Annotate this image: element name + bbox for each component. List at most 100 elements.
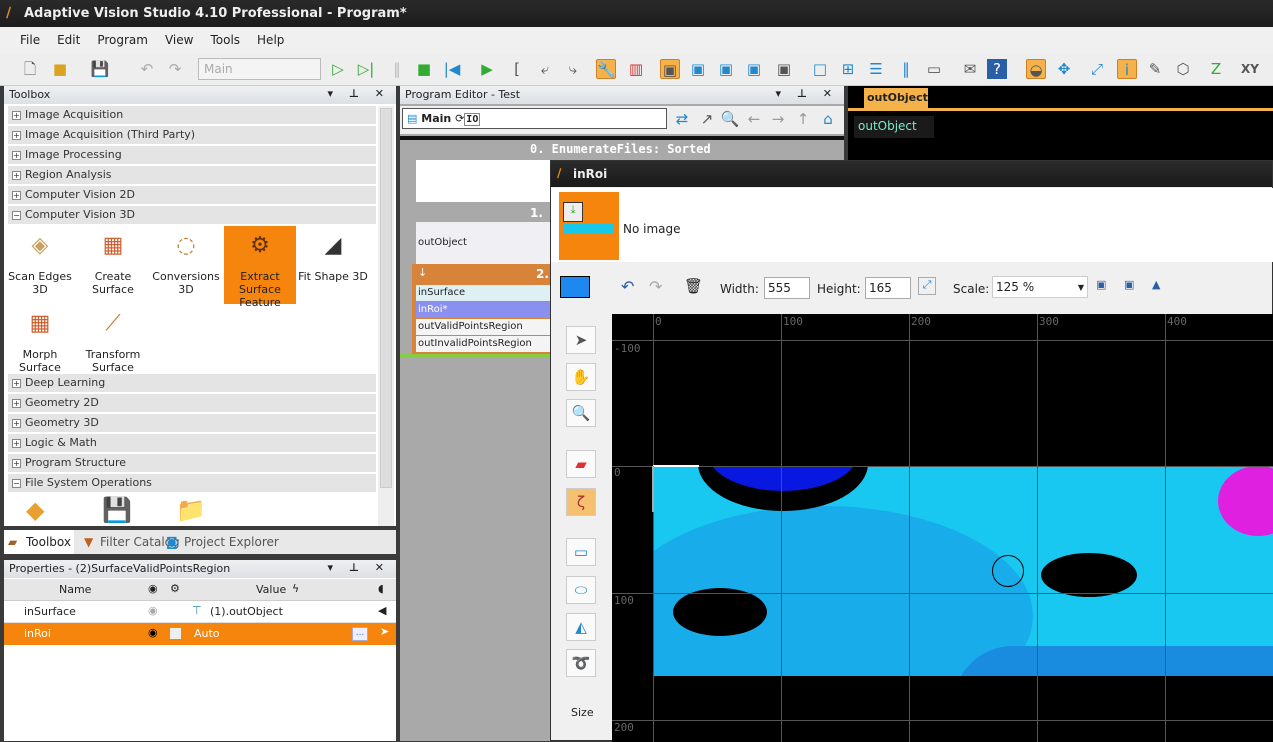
collapse-icon[interactable]: − [12,479,21,488]
redo-icon[interactable]: ↷ [649,277,662,296]
panel-controls[interactable]: ▾ ⊥ ✕ [776,87,838,100]
property-row-insurface[interactable]: inSurface ◉ ⊤ (1).outObject ◀ [4,601,396,623]
viewer-item[interactable]: outObject [854,116,934,138]
zoom-actual-icon[interactable]: ▣ [1124,278,1134,291]
step-1-port[interactable]: outObject [416,222,556,264]
connector-icon[interactable]: ◀ [378,604,386,617]
info-icon[interactable]: i [1117,59,1137,79]
port-insurface[interactable]: inSurface [416,285,552,301]
expand-icon[interactable]: + [12,191,21,200]
view-cols-icon[interactable]: ‖ [896,59,916,79]
tab-outobject[interactable]: outObject [864,88,928,108]
expand-icon[interactable]: + [12,111,21,120]
category-program-structure[interactable]: + Program Structure [8,454,376,472]
tab-project-explorer[interactable]: Project Explorer [184,535,279,549]
expand-icon[interactable]: + [12,379,21,388]
expand-icon[interactable]: + [12,419,21,428]
category-deep-learning[interactable]: + Deep Learning [8,374,376,392]
step-over-icon[interactable]: [ [507,59,527,79]
expand-icon[interactable]: + [12,399,21,408]
expand-icon[interactable]: + [12,439,21,448]
run-icon[interactable]: ▷ [328,59,348,79]
undo-icon[interactable]: ↶ [621,277,634,296]
view-single-icon[interactable]: □ [810,59,830,79]
help-icon[interactable]: ? [987,59,1007,79]
tool-scan-edges-3d[interactable]: ◈ Scan Edges 3D [4,226,76,304]
port-outinvalidpointsregion[interactable]: outInvalidPointsRegion [416,336,552,352]
polygon-tool[interactable]: ◭ [566,613,596,641]
layout-4-icon[interactable]: ▣ [744,59,764,79]
property-value[interactable]: (1).outObject [210,605,283,618]
category-logic-math[interactable]: + Logic & Math [8,434,376,452]
xy-icon[interactable]: XY [1240,59,1260,79]
trash-icon[interactable]: 🗑 [684,277,703,295]
hmi-icon[interactable]: ▭ [924,59,944,79]
roi-canvas[interactable]: 0 100 200 300 400 -100 0 100 200 [612,314,1273,742]
fit-size-icon[interactable]: ⤢ [918,277,936,295]
menu-program[interactable]: Program [97,33,148,47]
move-icon[interactable]: ✥ [1054,59,1074,79]
height-input[interactable]: 165 [865,277,911,299]
expand-icon[interactable]: + [12,151,21,160]
step-icon[interactable]: ▶ [477,59,497,79]
lasso-tool[interactable]: ➰ [566,649,596,677]
port-inroi[interactable]: inRoi* [416,302,552,318]
view-rows-icon[interactable]: ☰ [866,59,886,79]
stop-icon[interactable]: ■ [414,59,434,79]
settings-checkbox[interactable] [170,628,181,639]
expand-icon[interactable]: + [12,459,21,468]
menu-file[interactable]: File [20,33,40,47]
panel-controls[interactable]: ▾ ⊥ ✕ [328,87,390,100]
file-tool-icon[interactable]: ◆ [26,496,44,524]
toolbox-scrollbar[interactable] [378,106,394,526]
category-computer-vision-3d[interactable]: − Computer Vision 3D [8,206,376,224]
up-icon[interactable]: ↑ [793,109,813,129]
menu-edit[interactable]: Edit [57,33,80,47]
tool-extract-surface-feature[interactable]: ⚙ Extract Surface Feature [224,226,296,309]
iterate-icon[interactable]: ▷| [356,59,376,79]
image-thumbnail[interactable]: ⤓ [559,192,619,260]
pan-tool[interactable]: ✋ [566,363,596,391]
back-icon[interactable]: ← [744,109,764,129]
step-0-block[interactable] [416,160,566,202]
zoom-tool[interactable]: 🔍 [566,399,596,427]
disk-tool-icon[interactable]: 💾 [102,496,132,524]
view-grid-icon[interactable]: ⊞ [838,59,858,79]
step-2-block[interactable]: ↓ 2. inSurface inRoi* outValidPointsRegi… [412,264,552,354]
select-tool[interactable]: ➤ [566,326,596,354]
image-view-icon[interactable]: ◒ [1026,59,1046,79]
layout-1-icon[interactable]: ▣ [660,59,680,79]
resize-icon[interactable]: ⤢ [1087,59,1107,79]
pause-icon[interactable]: ‖ [387,59,407,79]
category-image-acquisition[interactable]: + Image Acquisition [8,106,376,124]
category-region-analysis[interactable]: + Region Analysis [8,166,376,184]
freehand-tool[interactable]: ζ [566,488,596,516]
tool-fit-shape-3d[interactable]: ◢ Fit Shape 3D [297,226,369,304]
new-file-icon[interactable]: 🗋 [20,59,40,79]
dialog-title-bar[interactable]: ∕ inRoi [551,161,1272,187]
swap-icon[interactable]: ⇄ [672,109,692,129]
z-axis-icon[interactable]: Z [1206,59,1226,79]
redo-icon[interactable]: ↷ [165,59,185,79]
eraser-tool[interactable]: ▰ [566,450,596,478]
forward-icon[interactable]: → [768,109,788,129]
tools-icon[interactable]: 🔧 [596,59,616,79]
category-geometry-3d[interactable]: + Geometry 3D [8,414,376,432]
tool-transform-surface[interactable]: ⟋ Transform Surface [77,304,149,382]
program-combo[interactable]: Main [198,58,321,80]
layout-3-icon[interactable]: ▣ [716,59,736,79]
menu-tools[interactable]: Tools [210,33,240,47]
3d-box-icon[interactable]: ⬡ [1173,59,1193,79]
expand-icon[interactable]: + [12,171,21,180]
category-image-acquisition-third-party[interactable]: + Image Acquisition (Third Party) [8,126,376,144]
eye-icon[interactable]: ◉ [148,604,158,617]
tool-conversions-3d[interactable]: ◌ Conversions 3D [150,226,222,304]
home-icon[interactable]: ⌂ [818,109,838,129]
zoom-fit-icon[interactable]: ▣ [1096,278,1106,291]
layout-2-icon[interactable]: ▣ [688,59,708,79]
category-computer-vision-2d[interactable]: + Computer Vision 2D [8,186,376,204]
step-out-icon[interactable]: ⤷ [563,59,583,79]
menu-help[interactable]: Help [257,33,284,47]
tool-morph-surface[interactable]: ▦ Morph Surface [4,304,76,382]
save-icon[interactable]: 💾 [90,59,110,79]
